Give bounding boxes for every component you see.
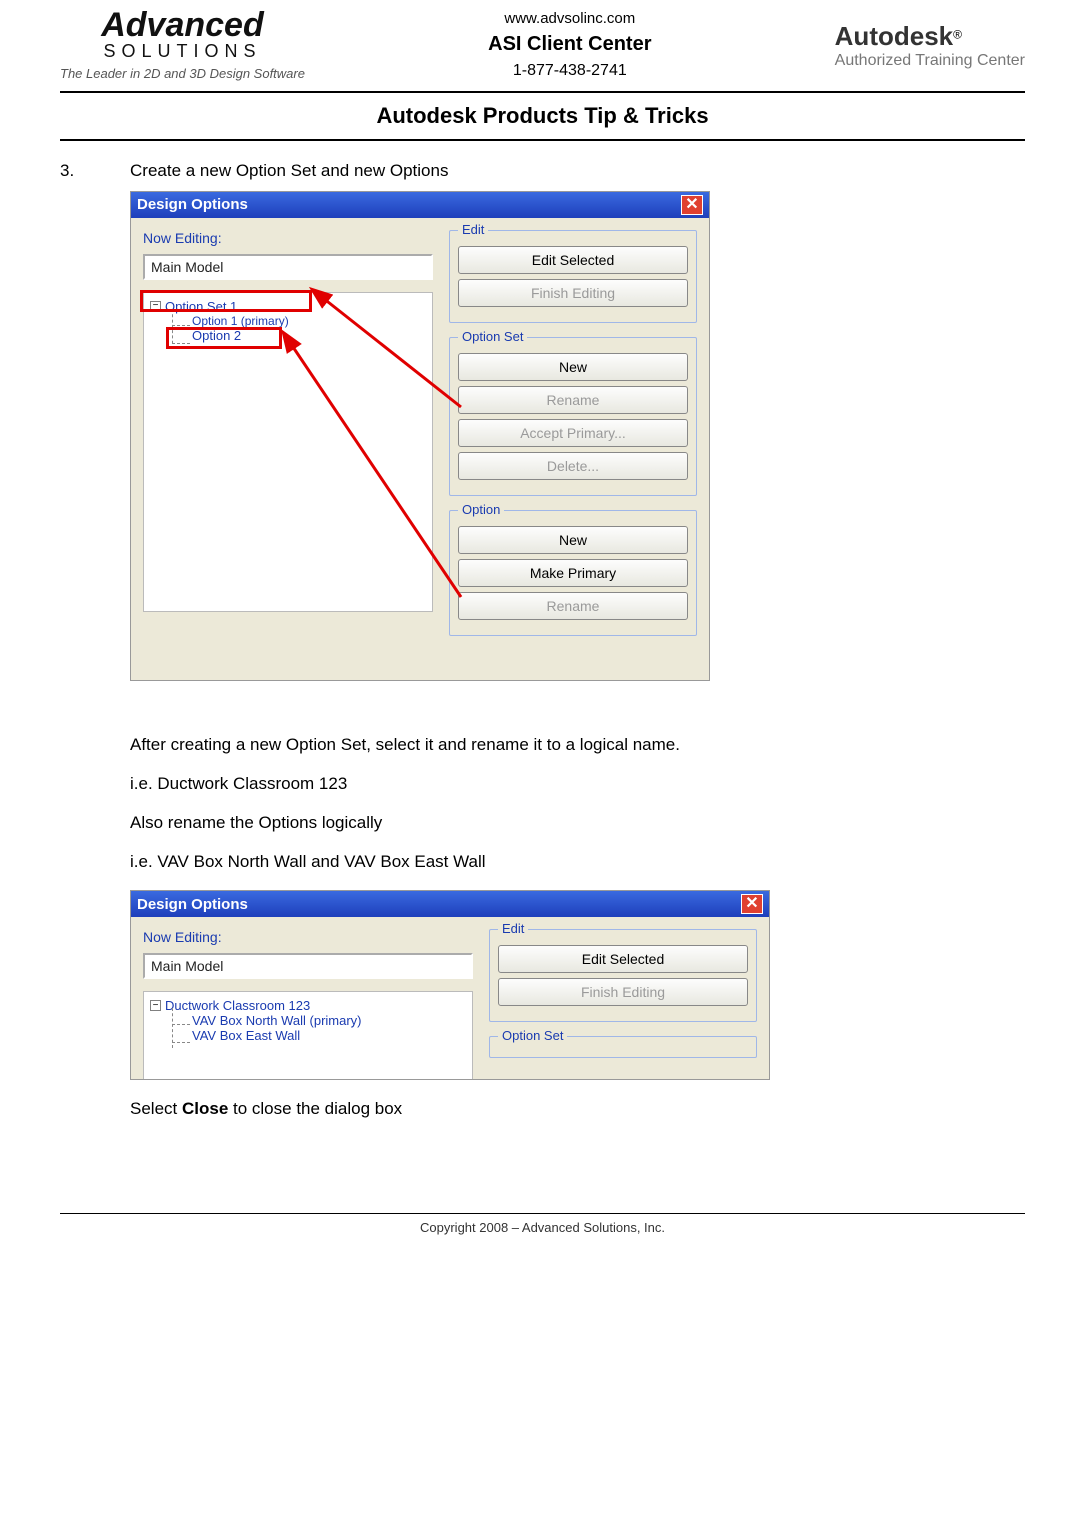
group-option-set-legend: Option Set [458,329,527,344]
tree-option-vav-east[interactable]: VAV Box East Wall [150,1028,466,1043]
dialog-titlebar[interactable]: Design Options ✕ [131,192,709,218]
dialog-title: Design Options [137,196,248,213]
option-tree[interactable]: − Ductwork Classroom 123 VAV Box North W… [143,991,473,1080]
tree-set-label: Ductwork Classroom 123 [165,998,310,1013]
finish-editing-button[interactable]: Finish Editing [458,279,688,307]
logo-autodesk: Autodesk® Authorized Training Center [835,21,1025,70]
option-new-button[interactable]: New [458,526,688,554]
header-rule-bottom [60,139,1025,141]
tree-line [172,1042,190,1043]
closing-bold: Close [182,1099,228,1118]
step-3: 3. Create a new Option Set and new Optio… [60,161,1025,181]
now-editing-field[interactable]: Main Model [143,953,473,979]
edit-selected-button[interactable]: Edit Selected [458,246,688,274]
closing-post: to close the dialog box [228,1099,402,1118]
para-example-options: i.e. VAV Box North Wall and VAV Box East… [130,848,1025,875]
now-editing-label: Now Editing: [143,929,473,945]
option-rename-button[interactable]: Rename [458,592,688,620]
page-title: Autodesk Products Tip & Tricks [60,103,1025,129]
close-icon[interactable]: ✕ [681,195,703,215]
group-option: Option New Make Primary Rename [449,510,697,636]
header-center: www.advsolinc.com ASI Client Center 1-87… [488,10,651,80]
design-options-dialog-1: Design Options ✕ Now Editing: Main Model… [130,191,710,681]
now-editing-label: Now Editing: [143,230,433,246]
closing-pre: Select [130,1099,182,1118]
logo-text-big: Advanced [101,10,264,41]
para-also-rename: Also rename the Options logically [130,809,1025,836]
tree-option-vav-north[interactable]: VAV Box North Wall (primary) [150,1013,466,1028]
dialog-titlebar[interactable]: Design Options ✕ [131,891,769,917]
group-option-legend: Option [458,502,504,517]
option-set-rename-button[interactable]: Rename [458,386,688,414]
tree-line [172,325,190,326]
dialog-title: Design Options [137,896,248,913]
logo-text-solutions: SOLUTIONS [103,41,261,62]
para-after-creating: After creating a new Option Set, select … [130,731,1025,758]
option-make-primary-button[interactable]: Make Primary [458,559,688,587]
tree-option-1[interactable]: Option 1 (primary) [150,314,426,328]
header-client-center: ASI Client Center [488,33,651,56]
close-icon[interactable]: ✕ [741,894,763,914]
autodesk-brand: Autodesk [835,21,953,51]
group-edit-legend: Edit [458,222,488,237]
tree-option-set-renamed[interactable]: − Ductwork Classroom 123 [150,998,466,1013]
annotation-box-set [140,290,312,312]
option-set-accept-primary-button[interactable]: Accept Primary... [458,419,688,447]
now-editing-field[interactable]: Main Model [143,254,433,280]
option-tree[interactable]: − Option Set 1 Option 1 (primary) Option… [143,292,433,612]
annotation-box-option2 [166,327,282,349]
option-set-delete-button[interactable]: Delete... [458,452,688,480]
logo-advanced-solutions: Advanced SOLUTIONS The Leader in 2D and … [60,10,305,81]
instruction-text-block: After creating a new Option Set, select … [130,731,1025,876]
header-url: www.advsolinc.com [488,10,651,27]
group-option-set-legend: Option Set [498,1028,567,1043]
group-option-set: Option Set New Rename Accept Primary... … [449,337,697,496]
step-number: 3. [60,161,130,181]
registered-icon: ® [953,27,962,41]
step-text: Create a new Option Set and new Options [130,161,1025,181]
header-phone: 1-877-438-2741 [488,62,651,80]
header-rule-top [60,91,1025,93]
document-header: Advanced SOLUTIONS The Leader in 2D and … [60,10,1025,81]
group-edit: Edit Edit Selected Finish Editing [449,230,697,323]
finish-editing-button[interactable]: Finish Editing [498,978,748,1006]
group-option-set: Option Set [489,1036,757,1058]
para-example-set: i.e. Ductwork Classroom 123 [130,770,1025,797]
collapse-icon[interactable]: − [150,1000,161,1011]
logo-tagline: The Leader in 2D and 3D Design Software [60,66,305,81]
design-options-dialog-2: Design Options ✕ Now Editing: Main Model… [130,890,770,1080]
tree-line [172,1024,190,1025]
document-footer: Copyright 2008 – Advanced Solutions, Inc… [60,1213,1025,1235]
edit-selected-button[interactable]: Edit Selected [498,945,748,973]
autodesk-atc: Authorized Training Center [835,52,1025,70]
group-edit: Edit Edit Selected Finish Editing [489,929,757,1022]
group-edit-legend: Edit [498,921,528,936]
option-set-new-button[interactable]: New [458,353,688,381]
closing-line: Select Close to close the dialog box [130,1095,1025,1122]
